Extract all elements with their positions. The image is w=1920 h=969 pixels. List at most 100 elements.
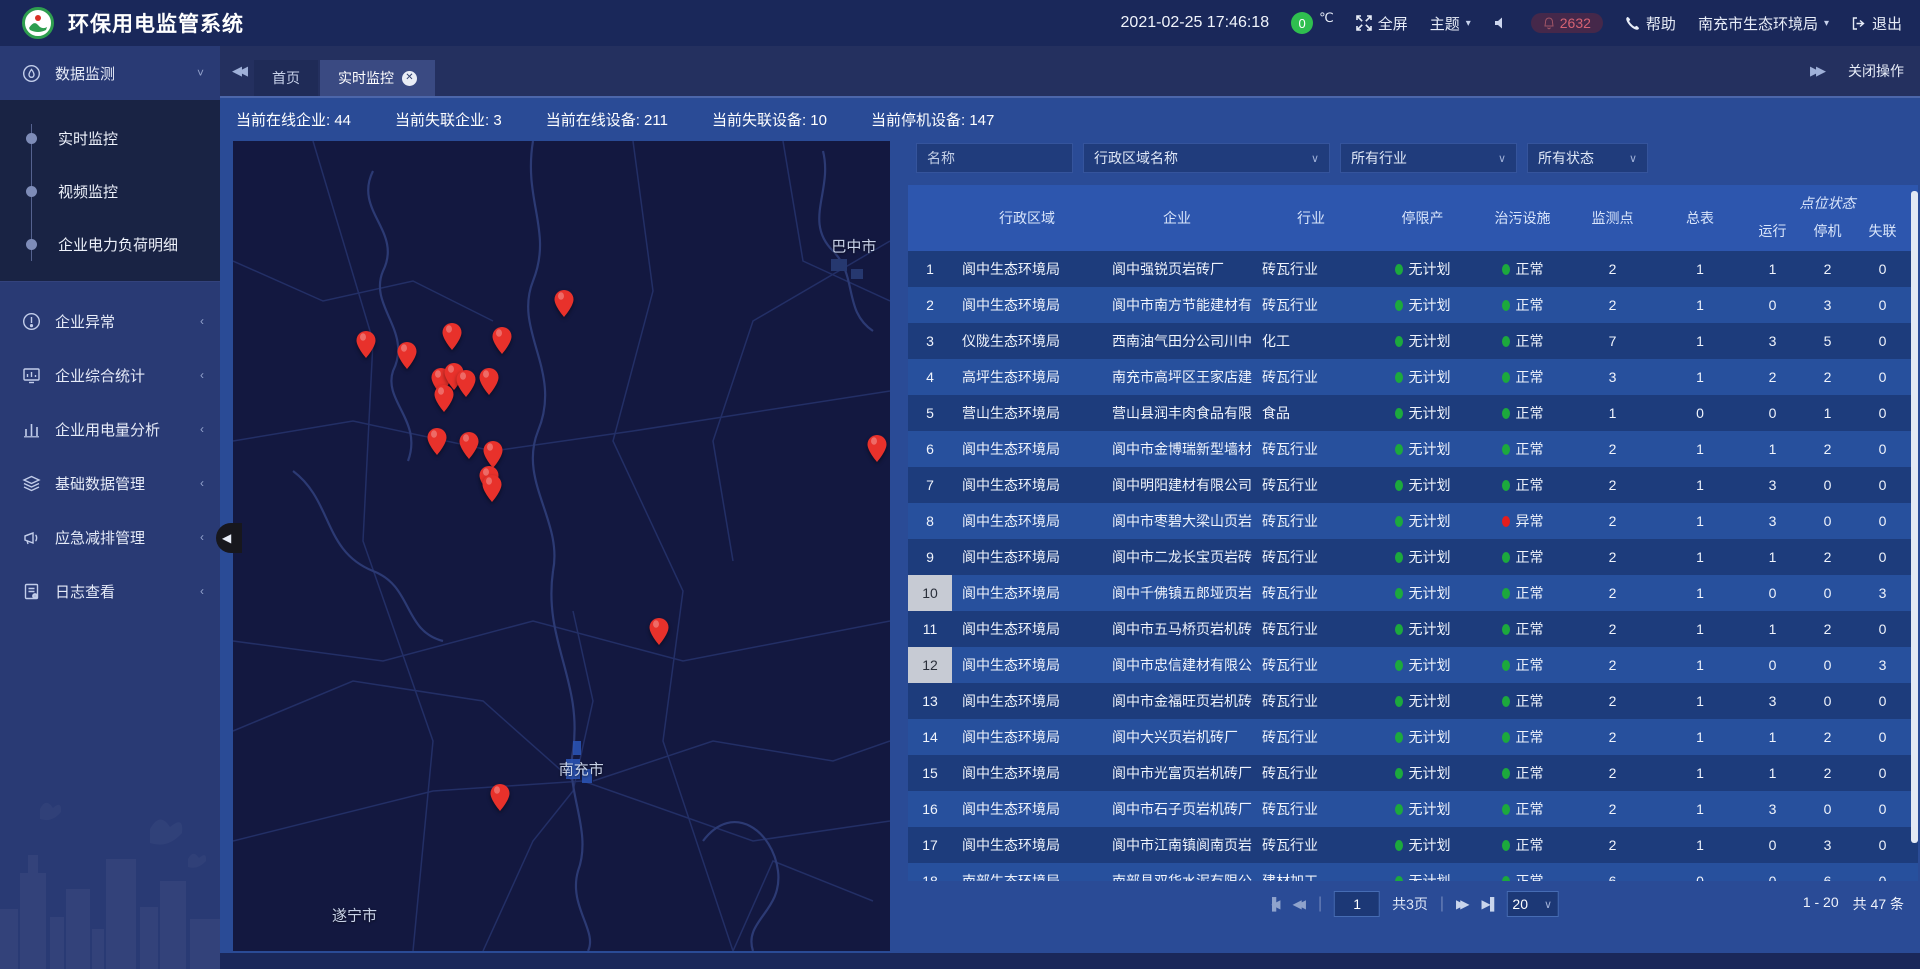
sidebar-group-label: 企业用电量分析 — [55, 419, 160, 440]
sidebar-group-5[interactable]: 应急减排管理‹ — [0, 510, 220, 564]
cell-lost-count: 0 — [1855, 683, 1910, 719]
table-row[interactable]: 9阆中生态环境局阆中市二龙长宝页岩砖砖瓦行业无计划正常21120 — [908, 539, 1918, 575]
map-marker-icon[interactable] — [427, 428, 446, 455]
cell-stop-count: 2 — [1800, 611, 1855, 647]
cell-stop-count: 2 — [1800, 539, 1855, 575]
map-marker-icon[interactable] — [459, 432, 478, 459]
table-row[interactable]: 7阆中生态环境局阆中明阳建材有限公司砖瓦行业无计划正常21300 — [908, 467, 1918, 503]
cell-meter-count: 1 — [1655, 791, 1745, 827]
range-label: 1 - 20 — [1803, 894, 1839, 914]
map-marker-icon[interactable] — [650, 618, 669, 645]
sidebar-group-1[interactable]: 企业异常‹ — [0, 294, 220, 348]
next-page-icon[interactable]: ▶▶ — [1456, 897, 1469, 911]
sidebar-group-6[interactable]: 日志查看‹ — [0, 564, 220, 618]
prev-page-icon[interactable]: ◀◀ — [1292, 897, 1305, 911]
tab-scroll-left-icon[interactable]: ◀◀ — [232, 63, 244, 79]
map-marker-icon[interactable] — [398, 342, 417, 369]
map-roads — [233, 141, 890, 951]
table-row[interactable]: 1阆中生态环境局阆中强锐页岩砖厂砖瓦行业无计划正常21120 — [908, 251, 1918, 287]
map-marker-icon[interactable] — [867, 435, 886, 462]
map-marker-icon[interactable] — [555, 290, 574, 317]
table-row[interactable]: 18南部生态环境局南部县双华水泥有限公建材加工无计划正常60060 — [908, 863, 1918, 881]
theme-menu-button[interactable]: 主题 ▾ — [1430, 13, 1471, 34]
status-dot-icon — [1502, 264, 1510, 275]
name-filter-input[interactable]: 名称 — [916, 143, 1073, 173]
table-row[interactable]: 13阆中生态环境局阆中市金福旺页岩机砖砖瓦行业无计划正常21300 — [908, 683, 1918, 719]
region-filter-select[interactable]: 行政区域名称 ∨ — [1083, 143, 1330, 173]
stat-1: 当前失联企业: 3 — [395, 109, 502, 130]
cell-production: 无计划 — [1370, 863, 1475, 881]
cell-region: 阆中生态环境局 — [952, 575, 1102, 611]
map-marker-icon[interactable] — [442, 323, 461, 350]
table-row[interactable]: 4高坪生态环境局南充市高坪区王家店建砖瓦行业无计划正常31220 — [908, 359, 1918, 395]
page-size-select[interactable]: 20 ∨ — [1506, 891, 1558, 917]
table-row[interactable]: 14阆中生态环境局阆中大兴页岩机砖厂砖瓦行业无计划正常21120 — [908, 719, 1918, 755]
map-marker-icon[interactable] — [456, 370, 475, 397]
phone-icon — [1625, 16, 1640, 31]
cell-stop-count: 0 — [1800, 575, 1855, 611]
tab-scroll-right-icon[interactable]: ▶▶ — [1810, 63, 1822, 79]
sidebar-item-视频监控[interactable]: 视频监控 — [0, 165, 220, 218]
notification-badge[interactable]: 2632 — [1531, 13, 1603, 33]
map-marker-icon[interactable] — [482, 475, 501, 502]
status-filter-select[interactable]: 所有状态 ∨ — [1527, 143, 1648, 173]
table-row[interactable]: 16阆中生态环境局阆中市石子页岩机砖厂砖瓦行业无计划正常21300 — [908, 791, 1918, 827]
cell-stop-count: 3 — [1800, 827, 1855, 863]
logout-button[interactable]: 退出 — [1851, 13, 1902, 34]
table-row[interactable]: 15阆中生态环境局阆中市光富页岩机砖厂砖瓦行业无计划正常21120 — [908, 755, 1918, 791]
sidebar-submenu: 实时监控视频监控企业电力负荷明细 — [0, 100, 220, 282]
table-row[interactable]: 6阆中生态环境局阆中市金博瑞新型墙材砖瓦行业无计划正常21120 — [908, 431, 1918, 467]
table-row[interactable]: 11阆中生态环境局阆中市五马桥页岩机砖砖瓦行业无计划正常21120 — [908, 611, 1918, 647]
cell-run-count: 0 — [1745, 863, 1800, 881]
page-number-input[interactable]: 1 — [1334, 891, 1380, 917]
sidebar-group-3[interactable]: 企业用电量分析‹ — [0, 402, 220, 456]
volume-icon[interactable] — [1493, 15, 1509, 31]
cell-company: 西南油气田分公司川中 — [1102, 323, 1252, 359]
sidebar-group-0[interactable]: 数据监测˅ — [0, 46, 220, 100]
table-row[interactable]: 5营山生态环境局营山县润丰肉食品有限食品无计划正常10010 — [908, 395, 1918, 431]
stat-3: 当前失联设备: 10 — [712, 109, 827, 130]
cell-stop-count: 2 — [1800, 431, 1855, 467]
tab-实时监控[interactable]: 实时监控✕ — [320, 60, 435, 96]
table-row[interactable]: 12阆中生态环境局阆中市忠信建材有限公砖瓦行业无计划正常21003 — [908, 647, 1918, 683]
table-row[interactable]: 3仪陇生态环境局西南油气田分公司川中化工无计划正常71350 — [908, 323, 1918, 359]
cell-run-count: 0 — [1745, 827, 1800, 863]
cell-production: 无计划 — [1370, 323, 1475, 359]
table-row[interactable]: 10阆中生态环境局阆中千佛镇五郎垭页岩砖瓦行业无计划正常21003 — [908, 575, 1918, 611]
map-marker-icon[interactable] — [493, 327, 512, 354]
map-marker-icon[interactable] — [483, 441, 502, 468]
table-row[interactable]: 2阆中生态环境局阆中市南方节能建材有砖瓦行业无计划正常21030 — [908, 287, 1918, 323]
cell-facility: 正常 — [1475, 683, 1570, 719]
fullscreen-button[interactable]: 全屏 — [1356, 13, 1408, 34]
cell-company: 阆中千佛镇五郎垭页岩 — [1102, 575, 1252, 611]
tab-close-icon[interactable]: ✕ — [402, 71, 417, 86]
sidebar-item-实时监控[interactable]: 实时监控 — [0, 112, 220, 165]
map-marker-icon[interactable] — [434, 385, 453, 412]
row-index: 9 — [908, 539, 952, 575]
map-panel[interactable]: 巴中市南充市遂宁市 — [233, 141, 890, 951]
sidebar-collapse-handle[interactable]: ◀ — [216, 523, 242, 553]
sidebar-item-企业电力负荷明细[interactable]: 企业电力负荷明细 — [0, 218, 220, 271]
map-marker-icon[interactable] — [357, 331, 376, 358]
tab-首页[interactable]: 首页 — [254, 60, 318, 96]
map-marker-icon[interactable] — [490, 784, 509, 811]
industry-filter-select[interactable]: 所有行业 ∨ — [1340, 143, 1517, 173]
cell-region: 阆中生态环境局 — [952, 611, 1102, 647]
help-button[interactable]: 帮助 — [1625, 13, 1676, 34]
cell-monitor-count: 2 — [1570, 467, 1655, 503]
cell-monitor-count: 1 — [1570, 395, 1655, 431]
sidebar-group-2[interactable]: 企业综合统计‹ — [0, 348, 220, 402]
close-operations-button[interactable]: 关闭操作 — [1848, 61, 1904, 81]
table-scrollbar[interactable] — [1911, 191, 1918, 843]
col-production: 停限产 — [1370, 185, 1475, 251]
cell-production: 无计划 — [1370, 431, 1475, 467]
last-page-icon[interactable]: ▶▐ — [1482, 897, 1495, 911]
org-menu-button[interactable]: 南充市生态环境局 ▾ — [1698, 13, 1829, 34]
table-row[interactable]: 17阆中生态环境局阆中市江南镇阆南页岩砖瓦行业无计划正常21030 — [908, 827, 1918, 863]
row-index: 10 — [908, 575, 952, 611]
map-marker-icon[interactable] — [480, 368, 499, 395]
table-row[interactable]: 8阆中生态环境局阆中市枣碧大梁山页岩砖瓦行业无计划异常21300 — [908, 503, 1918, 539]
cell-industry: 砖瓦行业 — [1252, 431, 1370, 467]
first-page-icon[interactable]: ▐◀ — [1268, 897, 1281, 911]
sidebar-group-4[interactable]: 基础数据管理‹ — [0, 456, 220, 510]
